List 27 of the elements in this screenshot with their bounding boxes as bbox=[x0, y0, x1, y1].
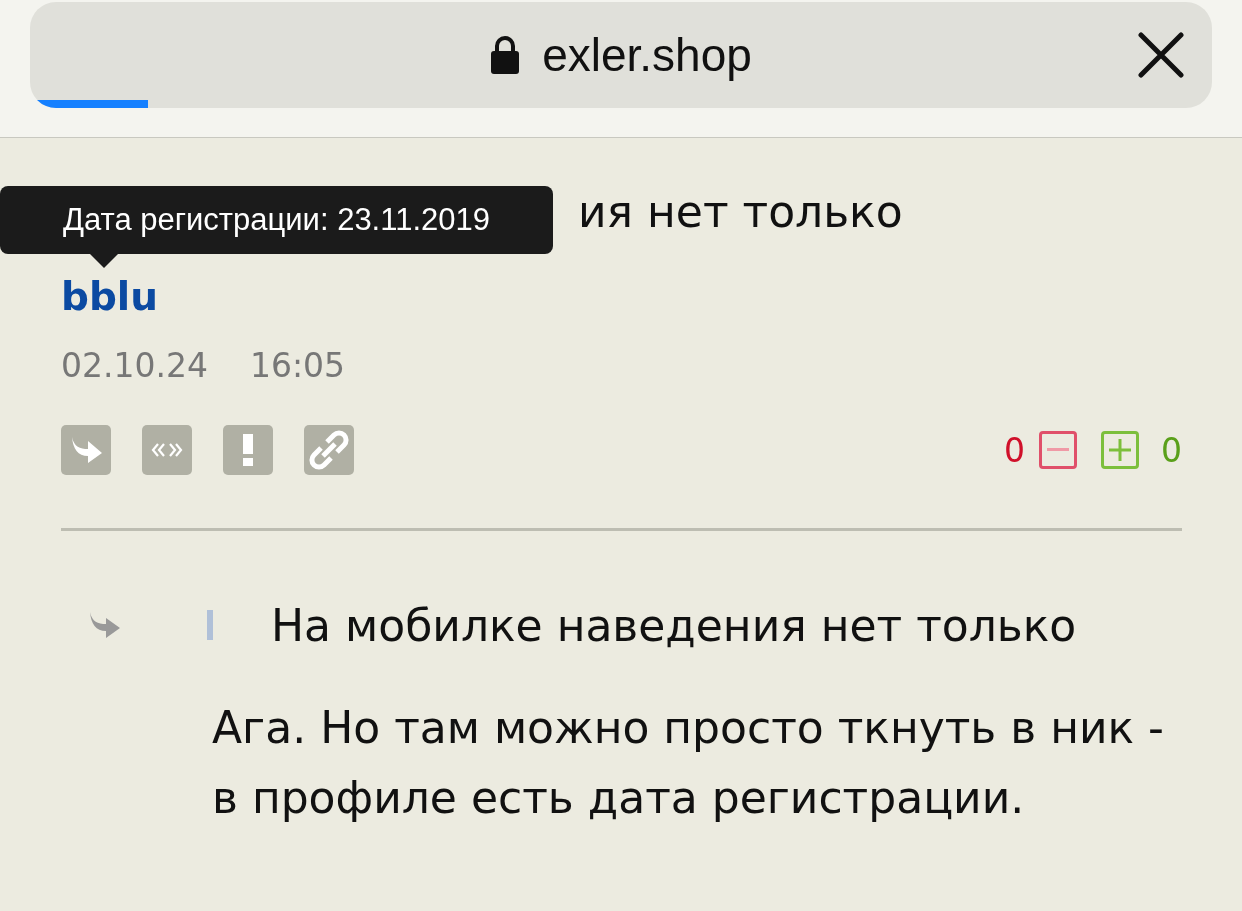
close-button[interactable] bbox=[1138, 32, 1184, 78]
tooltip-arrow bbox=[90, 254, 118, 268]
minus-count: 0 bbox=[1004, 430, 1025, 470]
quote-marks-icon bbox=[150, 441, 184, 459]
quoted-text: На мобилке наведения нет только bbox=[271, 599, 1077, 651]
reply-arrow-icon bbox=[88, 610, 122, 640]
quoted-text: ия нет только bbox=[578, 185, 903, 239]
exclamation-icon bbox=[242, 434, 254, 466]
quote-button[interactable] bbox=[142, 425, 192, 475]
plus-icon bbox=[1108, 438, 1132, 462]
minus-icon bbox=[1047, 448, 1069, 452]
quote-bar bbox=[207, 610, 213, 640]
comment-date: 02.10.24 bbox=[61, 345, 208, 387]
tooltip: Дата регистрации: 23.11.2019 bbox=[0, 186, 553, 254]
reply-text: Ага. Но там можно просто ткнуть в ник - в профиле есть дата регистрации. bbox=[212, 701, 1165, 825]
link-icon bbox=[309, 430, 349, 470]
report-button[interactable] bbox=[223, 425, 273, 475]
author-link[interactable]: bblu bbox=[61, 272, 158, 322]
plus-count: 0 bbox=[1161, 430, 1182, 470]
vote-down-button[interactable] bbox=[1039, 431, 1077, 469]
address-bar[interactable]: exler.shop bbox=[30, 2, 1212, 108]
reply-button[interactable] bbox=[61, 425, 111, 475]
link-button[interactable] bbox=[304, 425, 354, 475]
vote-up-button[interactable] bbox=[1101, 431, 1139, 469]
url-text: exler.shop bbox=[542, 28, 752, 82]
lock-icon bbox=[490, 36, 521, 74]
comment-time: 16:05 bbox=[249, 345, 346, 387]
